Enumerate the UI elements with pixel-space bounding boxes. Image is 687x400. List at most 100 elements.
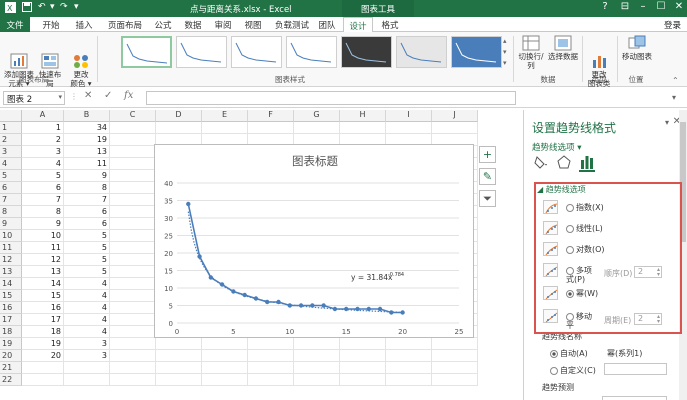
redo-icon[interactable]: ↷ xyxy=(60,2,68,12)
cell-i20[interactable] xyxy=(386,350,432,362)
tab-team[interactable]: 团队 xyxy=(314,17,340,32)
cell-e19[interactable] xyxy=(202,338,248,350)
tab-view[interactable]: 视图 xyxy=(240,17,266,32)
tab-home[interactable]: 开始 xyxy=(36,17,66,32)
cell-g19[interactable] xyxy=(294,338,340,350)
chart-styles-button[interactable]: ✎ xyxy=(479,168,496,185)
trendline-option-control[interactable]: 线性(L) xyxy=(566,224,606,233)
row-header[interactable]: 3 xyxy=(0,146,22,158)
chart-style-5[interactable] xyxy=(341,36,392,68)
cell-b7[interactable]: 7 xyxy=(64,194,110,206)
cell-c14[interactable] xyxy=(110,278,156,290)
cell-a8[interactable]: 8 xyxy=(22,206,64,218)
cell-g21[interactable] xyxy=(294,362,340,374)
cell-b4[interactable]: 11 xyxy=(64,158,110,170)
pane-options-dropdown-icon[interactable]: ▾ xyxy=(665,118,669,127)
cell-c8[interactable] xyxy=(110,206,156,218)
cell-a22[interactable] xyxy=(22,374,64,386)
row-header[interactable]: 15 xyxy=(0,290,22,302)
quick-access-dropdown-icon[interactable]: ▾ xyxy=(74,2,79,12)
undo-icon[interactable]: ↶ xyxy=(38,2,46,12)
trendline-option-control[interactable]: 多项 式(P) xyxy=(566,266,606,284)
change-colors-button[interactable]: 更改 颜色 ▾ xyxy=(68,35,94,88)
column-header-e[interactable]: E xyxy=(202,110,248,122)
row-header[interactable]: 20 xyxy=(0,350,22,362)
cell-a18[interactable]: 18 xyxy=(22,326,64,338)
cell-c11[interactable] xyxy=(110,242,156,254)
maximize-button[interactable]: ☐ xyxy=(652,1,670,15)
cell-b10[interactable]: 5 xyxy=(64,230,110,242)
expand-formula-bar-icon[interactable]: ▾ xyxy=(672,93,676,102)
cell-b6[interactable]: 8 xyxy=(64,182,110,194)
select-data-button[interactable]: 选择数据 xyxy=(548,35,578,61)
trendline-option-control[interactable]: 幂(W) xyxy=(566,289,606,298)
trendline-option-control[interactable]: 对数(O) xyxy=(566,245,606,254)
cell-c2[interactable] xyxy=(110,134,156,146)
cell-a11[interactable]: 11 xyxy=(22,242,64,254)
trendline-type-radio[interactable] xyxy=(566,312,574,321)
column-header-d[interactable]: D xyxy=(156,110,202,122)
cell-j21[interactable] xyxy=(432,362,478,374)
tab-data[interactable]: 数据 xyxy=(180,17,206,32)
tab-review[interactable]: 审阅 xyxy=(210,17,236,32)
move-chart-button[interactable]: 移动图表 xyxy=(620,35,654,61)
cell-f21[interactable] xyxy=(248,362,294,374)
trendline-type-radio[interactable] xyxy=(566,203,574,212)
cell-j20[interactable] xyxy=(432,350,478,362)
cell-a17[interactable]: 17 xyxy=(22,314,64,326)
column-header-i[interactable]: I xyxy=(386,110,432,122)
cell-c17[interactable] xyxy=(110,314,156,326)
tab-insert[interactable]: 插入 xyxy=(70,17,98,32)
row-header[interactable]: 1 xyxy=(0,122,22,134)
cell-c15[interactable] xyxy=(110,290,156,302)
row-header[interactable]: 6 xyxy=(0,182,22,194)
cell-c6[interactable] xyxy=(110,182,156,194)
cell-a2[interactable]: 2 xyxy=(22,134,64,146)
select-all-corner[interactable] xyxy=(0,110,22,122)
cell-b15[interactable]: 4 xyxy=(64,290,110,302)
cancel-entry-icon[interactable]: ✕ xyxy=(84,90,92,101)
cell-h20[interactable] xyxy=(340,350,386,362)
name-auto-option[interactable]: 自动(A) xyxy=(550,348,588,359)
cell-f20[interactable] xyxy=(248,350,294,362)
cell-b22[interactable] xyxy=(64,374,110,386)
chart-elements-button[interactable]: + xyxy=(479,146,496,163)
chart-style-6[interactable] xyxy=(396,36,447,68)
row-header[interactable]: 10 xyxy=(0,230,22,242)
chart-filters-button[interactable]: ⏷ xyxy=(479,190,496,207)
cell-a1[interactable]: 1 xyxy=(22,122,64,134)
cell-e22[interactable] xyxy=(202,374,248,386)
row-header[interactable]: 8 xyxy=(0,206,22,218)
cell-i22[interactable] xyxy=(386,374,432,386)
minimize-button[interactable]: – xyxy=(634,1,652,15)
cell-b18[interactable]: 4 xyxy=(64,326,110,338)
cell-f19[interactable] xyxy=(248,338,294,350)
column-header-c[interactable]: C xyxy=(110,110,156,122)
row-header[interactable]: 16 xyxy=(0,302,22,314)
cell-c3[interactable] xyxy=(110,146,156,158)
cell-c20[interactable] xyxy=(110,350,156,362)
enter-entry-icon[interactable]: ✓ xyxy=(104,90,112,101)
cell-c9[interactable] xyxy=(110,218,156,230)
cell-a14[interactable]: 14 xyxy=(22,278,64,290)
cell-g22[interactable] xyxy=(294,374,340,386)
row-header[interactable]: 11 xyxy=(0,242,22,254)
cell-b21[interactable] xyxy=(64,362,110,374)
formula-input[interactable] xyxy=(146,91,516,105)
cell-b16[interactable]: 4 xyxy=(64,302,110,314)
cell-c16[interactable] xyxy=(110,302,156,314)
cell-c21[interactable] xyxy=(110,362,156,374)
cell-h21[interactable] xyxy=(340,362,386,374)
cell-f22[interactable] xyxy=(248,374,294,386)
cell-c5[interactable] xyxy=(110,170,156,182)
cell-a9[interactable]: 9 xyxy=(22,218,64,230)
tab-load-test[interactable]: 负载测试 xyxy=(270,17,314,32)
cell-c12[interactable] xyxy=(110,254,156,266)
tab-formulas[interactable]: 公式 xyxy=(150,17,176,32)
sign-in-link[interactable]: 登录 xyxy=(664,19,681,31)
chart-style-1[interactable] xyxy=(121,36,172,68)
name-box-dropdown-icon[interactable]: ▾ xyxy=(58,93,62,101)
cell-e21[interactable] xyxy=(202,362,248,374)
cell-g20[interactable] xyxy=(294,350,340,362)
cell-i21[interactable] xyxy=(386,362,432,374)
